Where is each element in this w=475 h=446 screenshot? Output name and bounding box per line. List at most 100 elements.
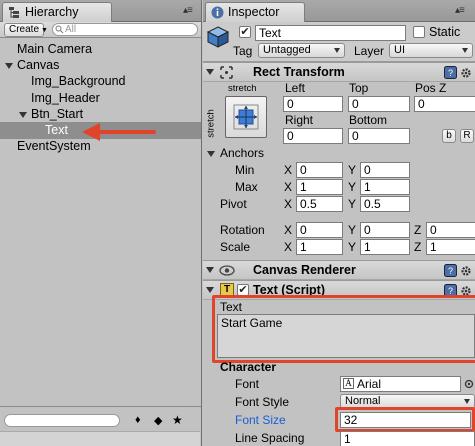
- rotation-y-field[interactable]: 0: [360, 222, 410, 238]
- blueprint-mode-button[interactable]: b: [442, 129, 456, 143]
- gameobject-header: ✔ Text Static Tag Untagged Layer UI: [203, 22, 475, 62]
- filter-by-label-icon[interactable]: ◆: [154, 414, 162, 427]
- project-panel-toolbar: ♦ ◆ ★: [0, 406, 201, 446]
- hierarchy-panel: Hierarchy ▴≡ Create ▼ All Main Camera Can…: [0, 0, 202, 446]
- raw-edit-button[interactable]: R: [460, 129, 474, 143]
- inspector-panel: Inspector ▴≡ ✔ Text Static Tag Untagged …: [203, 0, 475, 446]
- tag-value: Untagged: [263, 44, 311, 56]
- anchors-label: Anchors: [220, 146, 265, 160]
- scale-y-field[interactable]: 1: [360, 239, 410, 255]
- tree-item-label: Img_Header: [31, 91, 100, 105]
- search-icon: [55, 25, 64, 34]
- foldout-icon[interactable]: [206, 287, 214, 293]
- tree-item-main-camera[interactable]: Main Camera: [17, 42, 92, 56]
- anchor-preset-button[interactable]: [225, 96, 267, 138]
- create-button[interactable]: Create ▼: [4, 23, 48, 37]
- tab-inspector[interactable]: Inspector: [205, 2, 305, 22]
- pivot-y-field[interactable]: 0.5: [360, 196, 410, 212]
- tree-item-text[interactable]: Text: [45, 123, 68, 137]
- max-label: Max: [235, 180, 258, 194]
- rotation-x-axis-label: X: [284, 223, 293, 237]
- tree-item-btn-start[interactable]: Btn_Start: [31, 107, 83, 121]
- rect-transform-header[interactable]: Rect Transform ?: [203, 62, 475, 82]
- object-name-field[interactable]: Text: [255, 25, 406, 41]
- tab-hierarchy-label: Hierarchy: [25, 5, 79, 19]
- expand-triangle-icon[interactable]: [5, 63, 13, 69]
- project-search-input[interactable]: [4, 414, 120, 427]
- bottom-field[interactable]: 0: [348, 128, 410, 144]
- top-field[interactable]: 0: [348, 96, 410, 112]
- svg-text:?: ?: [448, 68, 453, 78]
- scale-z-axis-label: Z: [414, 240, 422, 254]
- panel-menu-icon[interactable]: ▴≡: [455, 5, 465, 16]
- hierarchy-icon: [9, 7, 19, 18]
- bottom-label: Bottom: [349, 113, 388, 127]
- rotation-label: Rotation: [220, 223, 265, 237]
- scale-y-axis-label: Y: [348, 240, 357, 254]
- line-spacing-label: Line Spacing: [235, 431, 305, 445]
- anchor-stretch-icon: [233, 104, 259, 130]
- rotation-y-axis-label: Y: [348, 223, 357, 237]
- rotation-x-field[interactable]: 0: [296, 222, 343, 238]
- tree-item-canvas[interactable]: Canvas: [17, 58, 59, 72]
- line-spacing-field[interactable]: 1: [340, 431, 475, 446]
- max-y-field[interactable]: 1: [360, 179, 410, 195]
- canvas-renderer-header[interactable]: Canvas Renderer ?: [203, 260, 475, 280]
- panel-menu-icon[interactable]: ▴≡: [183, 5, 193, 16]
- pivot-x-axis-label: X: [284, 197, 293, 211]
- max-x-field[interactable]: 1: [296, 179, 343, 195]
- foldout-icon[interactable]: [206, 267, 214, 273]
- posz-label: Pos Z: [415, 81, 447, 95]
- layer-dropdown[interactable]: UI: [389, 43, 473, 58]
- left-label: Left: [285, 81, 306, 95]
- tag-dropdown[interactable]: Untagged: [258, 43, 345, 58]
- font-style-label: Font Style: [235, 395, 290, 409]
- static-checkbox[interactable]: [413, 26, 425, 38]
- pivot-x-field[interactable]: 0.5: [296, 196, 343, 212]
- pivot-y-axis-label: Y: [348, 197, 357, 211]
- posz-field[interactable]: 0: [414, 96, 475, 112]
- foldout-icon[interactable]: [206, 69, 214, 75]
- right-label: Right: [285, 113, 314, 127]
- min-y-field[interactable]: 0: [360, 162, 410, 178]
- tree-item-img-background[interactable]: Img_Background: [31, 74, 126, 88]
- object-picker-icon[interactable]: [464, 379, 474, 389]
- layer-label: Layer: [354, 44, 385, 58]
- active-checkbox[interactable]: ✔: [239, 26, 251, 38]
- scale-x-axis-label: X: [284, 240, 293, 254]
- component-help-icon[interactable]: ?: [444, 264, 457, 277]
- favorite-star-icon[interactable]: ★: [172, 413, 183, 427]
- rotation-z-field[interactable]: 0: [426, 222, 475, 238]
- tree-item-label: Canvas: [17, 58, 60, 72]
- min-label: Min: [235, 163, 255, 177]
- expand-triangle-icon[interactable]: [19, 112, 27, 118]
- pivot-label: Pivot: [220, 197, 247, 211]
- gameobject-cube-icon: [206, 26, 230, 48]
- min-x-axis-label: X: [284, 163, 293, 177]
- gear-icon[interactable]: [460, 265, 472, 277]
- right-field[interactable]: 0: [283, 128, 343, 144]
- rect-transform-icon: [220, 66, 233, 79]
- hierarchy-search-input[interactable]: All: [52, 23, 198, 36]
- font-size-annotation-box: [335, 407, 475, 432]
- scale-z-field[interactable]: 1: [426, 239, 475, 255]
- search-placeholder: All: [65, 24, 77, 35]
- hierarchy-toolbar: Create ▼ All: [0, 22, 201, 38]
- tab-hierarchy[interactable]: Hierarchy: [2, 2, 112, 22]
- component-help-icon[interactable]: ?: [444, 66, 457, 79]
- font-object-field[interactable]: A Arial: [340, 376, 461, 392]
- min-x-field[interactable]: 0: [296, 162, 343, 178]
- tree-item-img-header[interactable]: Img_Header: [31, 91, 100, 105]
- rotation-z-axis-label: Z: [414, 223, 422, 237]
- max-y-axis-label: Y: [348, 180, 357, 194]
- scroll-strip[interactable]: [0, 431, 200, 446]
- inspector-tabbar: Inspector ▴≡: [203, 0, 475, 22]
- canvas-renderer-icon: [219, 265, 235, 276]
- font-style-value: Normal: [345, 395, 381, 407]
- chevron-down-icon: ▼: [41, 27, 48, 34]
- gear-icon[interactable]: [460, 67, 472, 79]
- left-field[interactable]: 0: [283, 96, 343, 112]
- scale-x-field[interactable]: 1: [296, 239, 343, 255]
- anchors-foldout-icon[interactable]: [207, 151, 215, 157]
- filter-by-type-icon[interactable]: ♦: [135, 414, 141, 426]
